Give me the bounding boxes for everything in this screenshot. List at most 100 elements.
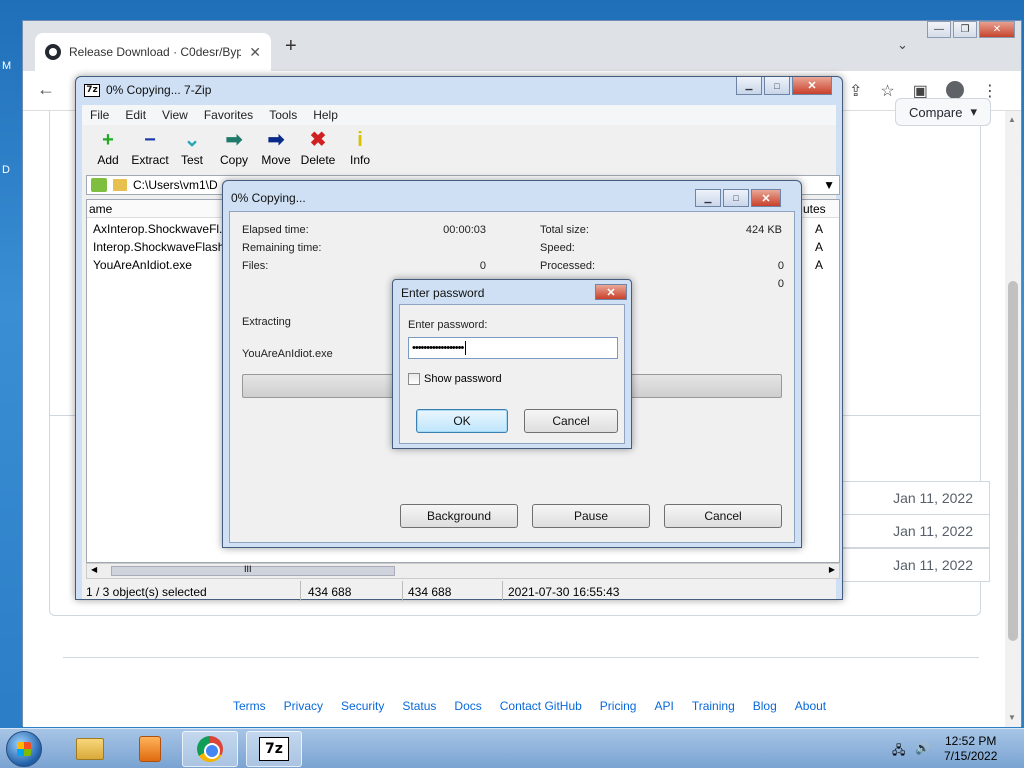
menu-file[interactable]: File xyxy=(90,108,109,122)
total-size-value: 424 KB xyxy=(745,224,782,236)
taskbar-explorer[interactable] xyxy=(62,731,118,767)
back-button[interactable]: ← xyxy=(37,79,55,100)
close-button[interactable]: ✕ xyxy=(595,284,627,300)
delete-button[interactable]: ✖ Delete xyxy=(300,129,336,167)
maximize-button[interactable]: ❐ xyxy=(953,21,977,38)
footer-link[interactable]: Blog xyxy=(753,699,777,713)
status-selected: 1 / 3 object(s) selected xyxy=(86,585,207,599)
menu-help[interactable]: Help xyxy=(313,108,338,122)
dropdown-arrow-icon[interactable]: ▼ xyxy=(823,178,835,192)
column-name[interactable]: ame xyxy=(89,202,112,216)
list-item[interactable]: AxInterop.ShockwaveFl... xyxy=(93,222,229,236)
status-separator xyxy=(300,581,301,601)
scroll-grip: III xyxy=(244,564,252,574)
footer-link[interactable]: About xyxy=(795,699,826,713)
tab-search-button[interactable]: ⌄ xyxy=(897,37,908,53)
scroll-down-icon[interactable]: ▼ xyxy=(1008,713,1016,722)
folder-icon xyxy=(113,179,127,191)
chrome-icon xyxy=(197,736,223,762)
copy-button[interactable]: ➡ Copy xyxy=(216,129,252,167)
password-field[interactable]: •••••••••••••••••• xyxy=(408,337,618,359)
menu-view[interactable]: View xyxy=(162,108,188,122)
desktop-icon-label[interactable]: M xyxy=(2,60,11,72)
add-button[interactable]: + Add xyxy=(90,129,126,167)
cancel-button[interactable]: Cancel xyxy=(524,409,618,433)
processed-label: Processed: xyxy=(540,260,596,272)
footer-link[interactable]: Training xyxy=(692,699,735,713)
password-mask: •••••••••••••••••• xyxy=(412,342,464,354)
bookmark-star-icon[interactable]: ☆ xyxy=(880,81,894,101)
compare-button[interactable]: Compare ▾ xyxy=(895,98,991,126)
info-button[interactable]: i Info xyxy=(342,129,378,167)
minimize-button[interactable]: ▁ xyxy=(736,77,762,95)
ok-button[interactable]: OK xyxy=(416,409,508,433)
test-icon: ⌄ xyxy=(183,129,201,151)
password-dialog: Enter password ✕ Enter password: •••••••… xyxy=(392,279,632,449)
desktop-icon-label[interactable]: D xyxy=(2,164,10,176)
extract-button[interactable]: − Extract xyxy=(131,129,168,167)
info-icon: i xyxy=(357,129,363,151)
start-button[interactable] xyxy=(6,731,42,767)
speed-label: Speed: xyxy=(540,242,575,254)
footer-link[interactable]: Privacy xyxy=(284,699,323,713)
background-button[interactable]: Background xyxy=(400,504,518,528)
page-scrollbar[interactable]: ▲ ▼ xyxy=(1005,111,1021,727)
taskbar-clock[interactable]: 12:52 PM 7/15/2022 xyxy=(944,734,997,764)
footer-link[interactable]: Security xyxy=(341,699,384,713)
minimize-button[interactable]: — xyxy=(927,21,951,38)
window-title: 7z 0% Copying... 7-Zip xyxy=(84,83,211,97)
menu-tools[interactable]: Tools xyxy=(269,108,297,122)
cancel-button[interactable]: Cancel xyxy=(664,504,782,528)
taskbar-media-player[interactable] xyxy=(122,731,178,767)
menu-edit[interactable]: Edit xyxy=(125,108,146,122)
show-password-label: Show password xyxy=(424,373,502,385)
network-icon[interactable]: 🖧 xyxy=(892,741,905,762)
scroll-left-icon[interactable]: ◀ xyxy=(91,565,97,574)
scroll-thumb[interactable]: III xyxy=(111,564,395,576)
move-button[interactable]: ➡ Move xyxy=(258,129,294,167)
taskbar-7zip[interactable]: 7z xyxy=(246,731,302,767)
new-tab-button[interactable]: + xyxy=(285,35,297,58)
minimize-button[interactable]: ▁ xyxy=(695,189,721,207)
menu-favorites[interactable]: Favorites xyxy=(204,108,253,122)
files-label: Files: xyxy=(242,260,269,272)
delete-icon: ✖ xyxy=(309,129,327,151)
tab-close-icon[interactable]: ✕ xyxy=(249,44,261,61)
scroll-right-icon[interactable]: ▶ xyxy=(829,565,835,574)
footer-link[interactable]: Status xyxy=(402,699,436,713)
password-client: Enter password: •••••••••••••••••• Show … xyxy=(399,304,625,444)
checkbox-icon[interactable] xyxy=(408,373,420,385)
footer-link[interactable]: Terms xyxy=(233,699,266,713)
test-button[interactable]: ⌄ Test xyxy=(174,129,210,167)
footer-link[interactable]: API xyxy=(654,699,673,713)
profile-avatar[interactable] xyxy=(945,81,964,99)
column-attributes[interactable]: utes xyxy=(803,202,826,216)
share-icon[interactable]: ⇪ xyxy=(849,81,862,101)
horizontal-scrollbar[interactable]: ◀ III ▶ xyxy=(86,563,840,579)
maximize-button[interactable]: □ xyxy=(764,77,790,95)
footer-link[interactable]: Docs xyxy=(454,699,481,713)
pause-button[interactable]: Pause xyxy=(532,504,650,528)
current-file: YouAreAnIdiot.exe xyxy=(242,348,333,360)
list-item[interactable]: Interop.ShockwaveFlash... xyxy=(93,240,234,254)
close-button[interactable]: ✕ xyxy=(792,77,832,95)
scroll-thumb[interactable] xyxy=(1008,281,1018,641)
browser-tab[interactable]: Release Download · C0desr/Bypa ✕ xyxy=(35,33,271,71)
show-password-checkbox[interactable]: Show password xyxy=(408,373,502,385)
list-item[interactable]: YouAreAnIdiot.exe xyxy=(93,258,192,272)
taskbar-chrome[interactable] xyxy=(182,731,238,767)
maximize-button[interactable]: □ xyxy=(723,189,749,207)
footer-link[interactable]: Pricing xyxy=(600,699,637,713)
folder-up-icon[interactable] xyxy=(91,178,107,192)
compare-label: Compare xyxy=(909,104,963,120)
footer-link[interactable]: Contact GitHub xyxy=(500,699,582,713)
close-button[interactable]: ✕ xyxy=(979,21,1015,38)
window-controls: ✕ xyxy=(595,284,627,300)
volume-icon[interactable]: 🔊 xyxy=(915,741,930,762)
close-button[interactable]: ✕ xyxy=(751,189,781,207)
elapsed-label: Elapsed time: xyxy=(242,224,309,236)
chevron-down-icon: ▾ xyxy=(970,104,977,119)
scroll-up-icon[interactable]: ▲ xyxy=(1008,115,1016,124)
github-icon xyxy=(45,44,61,60)
folder-icon xyxy=(76,738,104,760)
